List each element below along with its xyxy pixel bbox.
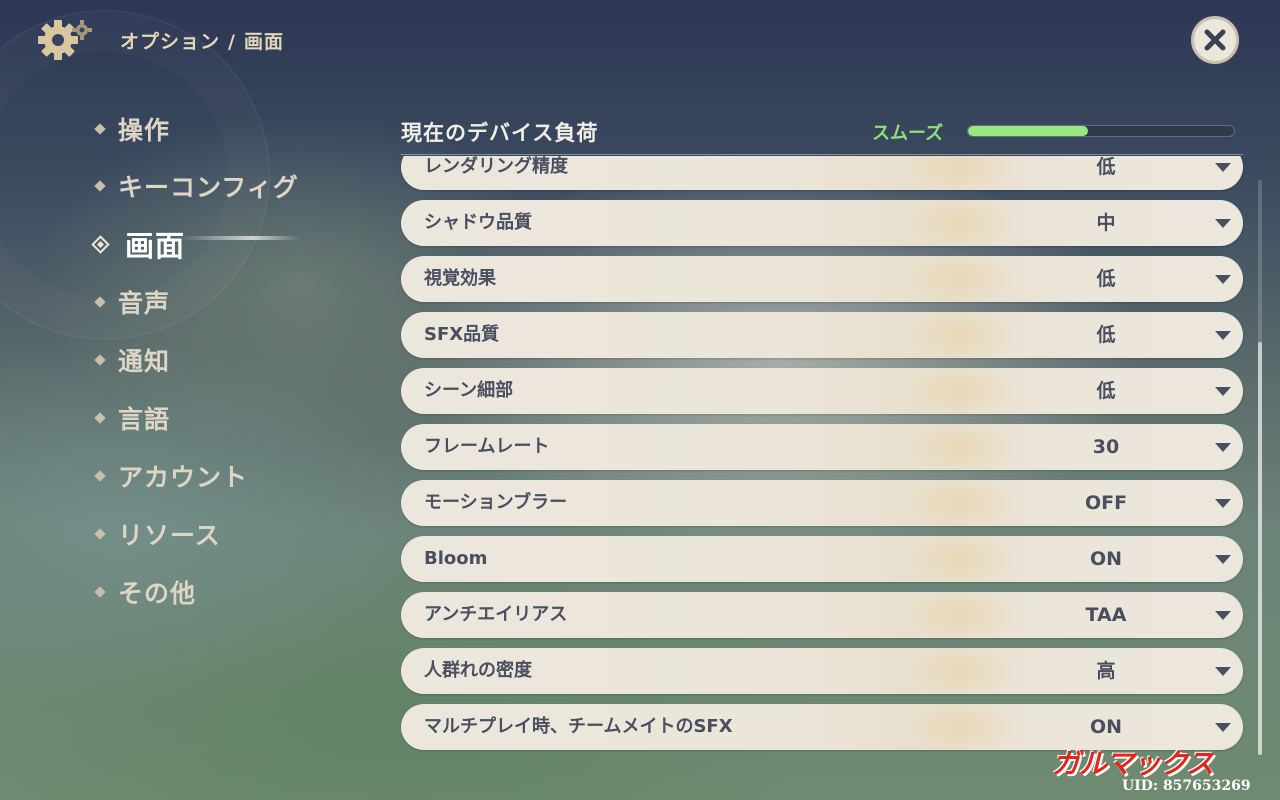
setting-label: フレームレート (424, 436, 550, 457)
sidebar-item-resources[interactable]: リソース (94, 514, 221, 554)
settings-list: レンダリング精度 低 シャドウ品質 中 視覚効果 低 SFX品質 低 シーン細部… (396, 156, 1248, 760)
diamond-icon (94, 586, 106, 598)
breadcrumb-separator: / (228, 31, 236, 53)
sidebar-item-notifications[interactable]: 通知 (94, 340, 171, 380)
sidebar-item-label: 画面 (125, 229, 186, 263)
chevron-down-icon[interactable] (1215, 667, 1231, 676)
divider (401, 154, 1243, 155)
active-glow (180, 236, 300, 240)
uid-label: UID: 857653269 (1122, 778, 1251, 794)
setting-value: TAA (1085, 604, 1127, 626)
close-icon (1204, 29, 1226, 51)
setting-visual-effects[interactable]: 視覚効果 低 (401, 256, 1243, 302)
watermark-logo: ガルマックス (1052, 747, 1214, 780)
diamond-icon (94, 180, 106, 192)
diamond-icon (94, 412, 106, 424)
chevron-down-icon[interactable] (1215, 611, 1231, 620)
setting-label: SFX品質 (424, 324, 500, 345)
setting-value: 低 (1096, 156, 1116, 178)
diamond-icon (94, 296, 106, 308)
device-load-fill (968, 126, 1088, 136)
setting-label: モーションブラー (424, 492, 568, 513)
sidebar-item-label: アカウント (118, 463, 249, 492)
diamond-icon (94, 123, 106, 135)
setting-motion-blur[interactable]: モーションブラー OFF (401, 480, 1243, 526)
breadcrumb: オプション / 画面 (120, 27, 284, 54)
device-load-bar (967, 125, 1235, 137)
sidebar-item-label: 音声 (118, 289, 171, 318)
sidebar-item-label: 操作 (118, 116, 171, 145)
setting-value: ON (1089, 548, 1123, 570)
chevron-down-icon[interactable] (1215, 331, 1231, 340)
chevron-down-icon[interactable] (1215, 219, 1231, 228)
chevron-down-icon[interactable] (1215, 723, 1231, 732)
sidebar-item-label: その他 (118, 579, 197, 608)
device-load-status: スムーズ (872, 123, 944, 144)
close-button[interactable] (1191, 16, 1239, 64)
device-load-title: 現在のデバイス負荷 (401, 121, 599, 145)
setting-value: 低 (1096, 324, 1116, 346)
setting-value: OFF (1084, 492, 1128, 514)
diamond-icon (94, 470, 106, 482)
sidebar-item-audio[interactable]: 音声 (94, 282, 171, 322)
setting-value: 30 (1092, 436, 1120, 458)
sidebar-item-account[interactable]: アカウント (94, 456, 249, 496)
sidebar-item-key-config[interactable]: キーコンフィグ (94, 166, 299, 206)
sidebar-item-language[interactable]: 言語 (94, 398, 171, 438)
sidebar-item-label: リソース (118, 521, 221, 550)
sidebar-item-controls[interactable]: 操作 (94, 109, 171, 149)
sidebar-item-label: 通知 (118, 347, 171, 376)
setting-label: Bloom (424, 548, 488, 569)
sidebar-item-other[interactable]: その他 (94, 572, 197, 612)
scrollbar-thumb[interactable] (1258, 342, 1262, 755)
gear-icon (34, 16, 98, 64)
sidebar-item-label: 言語 (118, 405, 171, 434)
setting-crowd-density[interactable]: 人群れの密度 高 (401, 648, 1243, 694)
sidebar-item-graphics[interactable]: 画面 (91, 224, 186, 264)
setting-value: 低 (1096, 268, 1116, 290)
chevron-down-icon[interactable] (1215, 275, 1231, 284)
setting-render-resolution[interactable]: レンダリング精度 低 (401, 156, 1243, 190)
setting-scene-detail[interactable]: シーン細部 低 (401, 368, 1243, 414)
setting-value: 低 (1096, 380, 1116, 402)
chevron-down-icon[interactable] (1215, 387, 1231, 396)
setting-bloom[interactable]: Bloom ON (401, 536, 1243, 582)
chevron-down-icon[interactable] (1215, 499, 1231, 508)
sidebar-item-label: キーコンフィグ (118, 173, 299, 202)
setting-value: 高 (1096, 660, 1116, 682)
setting-label: マルチプレイ時、チームメイトのSFX (424, 716, 733, 737)
setting-label: アンチエイリアス (424, 604, 568, 625)
setting-label: レンダリング精度 (424, 156, 568, 177)
setting-sfx-quality[interactable]: SFX品質 低 (401, 312, 1243, 358)
diamond-icon (94, 354, 106, 366)
setting-shadow-quality[interactable]: シャドウ品質 中 (401, 200, 1243, 246)
active-diamond-icon (91, 234, 110, 254)
setting-label: 人群れの密度 (424, 660, 532, 681)
setting-label: シャドウ品質 (424, 212, 532, 233)
chevron-down-icon[interactable] (1215, 443, 1231, 452)
breadcrumb-current: 画面 (243, 31, 284, 53)
diamond-icon (94, 528, 106, 540)
setting-value: 中 (1096, 212, 1116, 234)
chevron-down-icon[interactable] (1215, 555, 1231, 564)
setting-frame-rate[interactable]: フレームレート 30 (401, 424, 1243, 470)
setting-anti-aliasing[interactable]: アンチエイリアス TAA (401, 592, 1243, 638)
breadcrumb-parent[interactable]: オプション (120, 31, 220, 53)
chevron-down-icon[interactable] (1215, 163, 1231, 172)
setting-label: シーン細部 (424, 380, 514, 401)
setting-label: 視覚効果 (424, 268, 496, 289)
